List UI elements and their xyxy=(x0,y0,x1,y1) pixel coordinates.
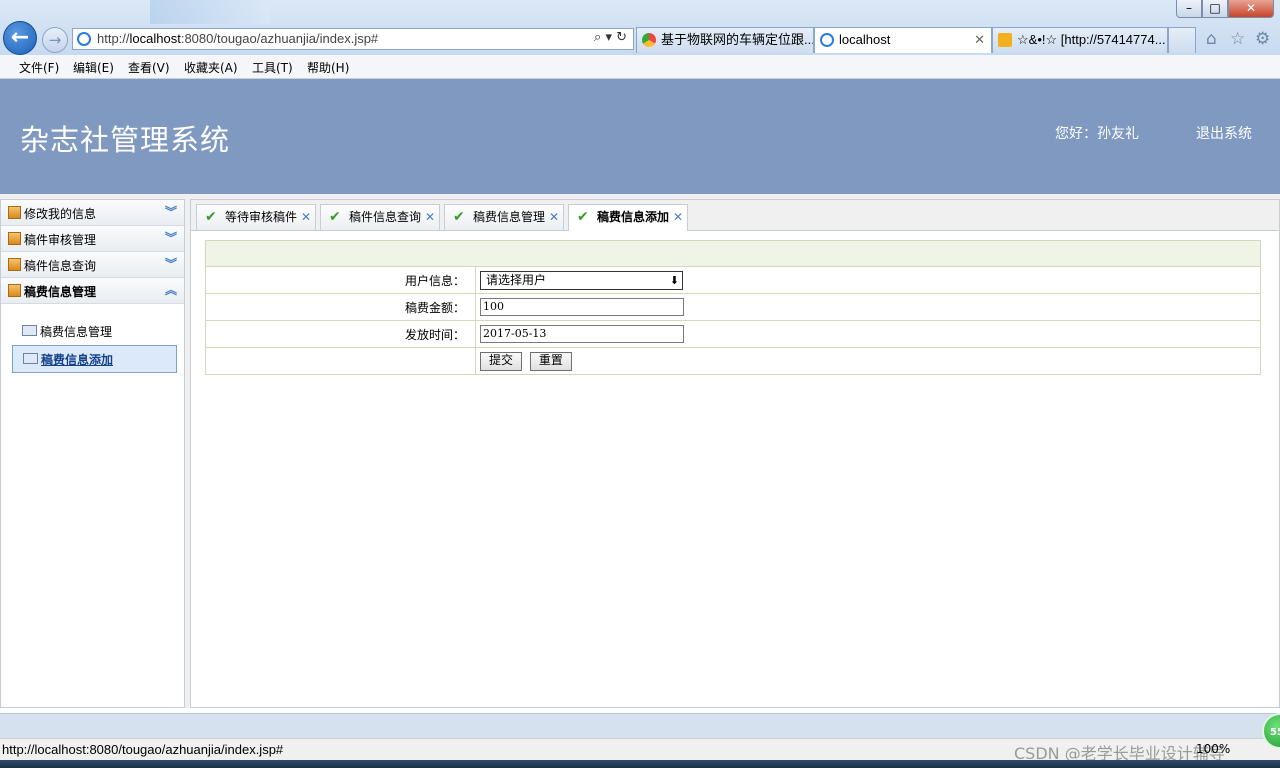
qzone-icon xyxy=(998,33,1012,47)
user-greeting: 您好：孙友礼 xyxy=(1055,126,1139,142)
tab-strip: ✔ 等待审核稿件 ✕ ✔ 稿件信息查询 ✕ ✔ 稿费信息管理 ✕ ✔ 稿费信息添… xyxy=(191,200,1279,231)
form-row-amount: 稿费金额： 100 xyxy=(205,293,1261,321)
close-icon[interactable]: ✕ xyxy=(549,205,559,229)
sidebar-section-profile[interactable]: 修改我的信息 ︾ xyxy=(1,200,184,226)
chevron-down-icon[interactable]: ︾ xyxy=(165,255,177,272)
user-select[interactable]: 请选择用户 ⬇ xyxy=(480,270,683,290)
menu-favorites[interactable]: 收藏夹(A) xyxy=(184,59,238,76)
favorites-star-icon[interactable]: ☆ xyxy=(1230,29,1245,49)
ie-page-icon xyxy=(77,32,91,46)
address-bar[interactable]: http://localhost:8080/tougao/azhuanjia/i… xyxy=(72,28,634,50)
amount-label: 稿费金额： xyxy=(205,293,476,321)
taskbar xyxy=(0,760,1280,768)
window-close-button[interactable]: ✕ xyxy=(1228,0,1274,18)
user-select-value: 请选择用户 xyxy=(486,272,547,287)
folder-icon xyxy=(8,232,21,245)
tab-fee-add[interactable]: ✔ 稿费信息添加 ✕ xyxy=(568,204,688,231)
check-icon: ✔ xyxy=(577,209,589,225)
window-background xyxy=(150,0,270,24)
logout-link[interactable]: 退出系统 xyxy=(1196,123,1252,143)
reset-button[interactable]: 重置 xyxy=(529,351,572,371)
back-button[interactable]: ← xyxy=(3,21,37,55)
form-row-date: 发放时间： 2017-05-13 xyxy=(205,320,1261,348)
close-icon[interactable]: ✕ xyxy=(301,205,311,229)
gear-icon[interactable]: ⚙ xyxy=(1255,29,1270,49)
ie-icon xyxy=(820,33,834,47)
check-icon: ✔ xyxy=(205,209,217,225)
browser-tab-1[interactable]: 基于物联网的车辆定位跟... xyxy=(636,27,814,53)
home-icon[interactable]: ⌂ xyxy=(1206,29,1217,49)
check-icon: ✔ xyxy=(329,209,341,225)
menu-help[interactable]: 帮助(H) xyxy=(307,59,349,76)
zoom-level[interactable]: 100% xyxy=(1196,742,1230,756)
menu-tools[interactable]: 工具(T) xyxy=(252,59,293,76)
menu-bar: 文件(F) 编辑(E) 查看(V) 收藏夹(A) 工具(T) 帮助(H) xyxy=(0,55,1280,79)
amount-input[interactable]: 100 xyxy=(480,298,684,316)
chevron-down-icon: ⬇ xyxy=(669,273,679,287)
address-url: http://localhost:8080/tougao/azhuanjia/i… xyxy=(97,31,379,46)
sidebar: 修改我的信息 ︾ 稿件审核管理 ︾ 稿件信息查询 ︾ 稿费信息管理 ︽ 稿费信息… xyxy=(0,199,185,708)
folder-icon xyxy=(8,284,21,297)
tab-label: 稿费信息添加 xyxy=(597,210,670,224)
maximize-button[interactable]: □ xyxy=(1202,0,1228,18)
user-label: 用户信息： xyxy=(205,266,476,294)
close-icon[interactable]: ✕ xyxy=(425,205,435,229)
status-bar: http://localhost:8080/tougao/azhuanjia/i… xyxy=(0,738,1280,763)
form-header-row xyxy=(205,240,1261,267)
check-icon: ✔ xyxy=(453,209,465,225)
sidebar-item-fee-add[interactable]: 稿费信息添加 xyxy=(12,345,177,373)
menu-file[interactable]: 文件(F) xyxy=(19,59,59,76)
sidebar-section-label: 稿件审核管理 xyxy=(24,233,97,247)
form-row-actions: 提交 重置 xyxy=(205,347,1261,375)
folder-icon xyxy=(8,206,21,219)
submit-button[interactable]: 提交 xyxy=(480,351,523,371)
browser-tab-2[interactable]: localhost ✕ xyxy=(814,27,992,53)
menu-edit[interactable]: 编辑(E) xyxy=(73,59,114,76)
tab-fee-management[interactable]: ✔ 稿费信息管理 ✕ xyxy=(444,204,564,230)
sidebar-section-review[interactable]: 稿件审核管理 ︾ xyxy=(1,226,184,252)
tab-pending-review[interactable]: ✔ 等待审核稿件 ✕ xyxy=(196,204,316,230)
list-icon xyxy=(22,325,37,336)
fee-form: 用户信息： 请选择用户 ⬇ 稿费金额： 100 发放时间： 2017-05-13… xyxy=(205,240,1261,375)
minimize-button[interactable]: – xyxy=(1176,0,1202,18)
sidebar-item-fee-management[interactable]: 稿费信息管理 xyxy=(12,318,175,344)
browser-tab-3[interactable]: ☆&•!☆ [http://57414774... xyxy=(992,27,1168,53)
list-icon xyxy=(23,353,38,364)
date-label: 发放时间： xyxy=(205,320,476,348)
content-panel: ✔ 等待审核稿件 ✕ ✔ 稿件信息查询 ✕ ✔ 稿费信息管理 ✕ ✔ 稿费信息添… xyxy=(190,199,1280,708)
folder-icon xyxy=(8,258,21,271)
chrome-icon xyxy=(642,33,656,47)
sidebar-section-label: 稿件信息查询 xyxy=(24,259,97,273)
app-header: 杂志社管理系统 您好：孙友礼 退出系统 xyxy=(0,79,1280,194)
close-tab-icon[interactable]: ✕ xyxy=(974,28,985,52)
app-footer xyxy=(0,713,1280,738)
app-title: 杂志社管理系统 xyxy=(20,123,231,157)
close-icon[interactable]: ✕ xyxy=(673,205,683,229)
date-input[interactable]: 2017-05-13 xyxy=(480,325,684,343)
sidebar-section-fees[interactable]: 稿费信息管理 ︽ xyxy=(1,278,184,304)
sidebar-section-label: 稿费信息管理 xyxy=(24,285,97,299)
menu-view[interactable]: 查看(V) xyxy=(128,59,170,76)
sidebar-item-label: 稿费信息添加 xyxy=(41,353,114,367)
browser-tab-label: localhost xyxy=(839,32,891,47)
browser-tab-label: 基于物联网的车辆定位跟... xyxy=(661,32,814,47)
tab-label: 稿费信息管理 xyxy=(473,210,546,224)
sidebar-section-query[interactable]: 稿件信息查询 ︾ xyxy=(1,252,184,278)
status-url: http://localhost:8080/tougao/azhuanjia/i… xyxy=(2,742,284,757)
tab-label: 等待审核稿件 xyxy=(225,210,298,224)
tab-label: 稿件信息查询 xyxy=(349,210,422,224)
sidebar-item-label: 稿费信息管理 xyxy=(40,325,113,339)
forward-button[interactable]: → xyxy=(42,27,68,53)
form-row-user: 用户信息： 请选择用户 ⬇ xyxy=(205,266,1261,294)
chevron-up-icon[interactable]: ︽ xyxy=(165,281,177,298)
browser-tab-label: ☆&•!☆ [http://57414774... xyxy=(1017,32,1166,47)
tab-manuscript-query[interactable]: ✔ 稿件信息查询 ✕ xyxy=(320,204,440,230)
chevron-down-icon[interactable]: ︾ xyxy=(165,203,177,220)
sidebar-section-label: 修改我的信息 xyxy=(24,207,97,221)
new-tab-button[interactable] xyxy=(1168,27,1196,53)
search-refresh-icons[interactable]: ⌕ ▾ ↻ xyxy=(594,30,627,45)
chevron-down-icon[interactable]: ︾ xyxy=(165,229,177,246)
